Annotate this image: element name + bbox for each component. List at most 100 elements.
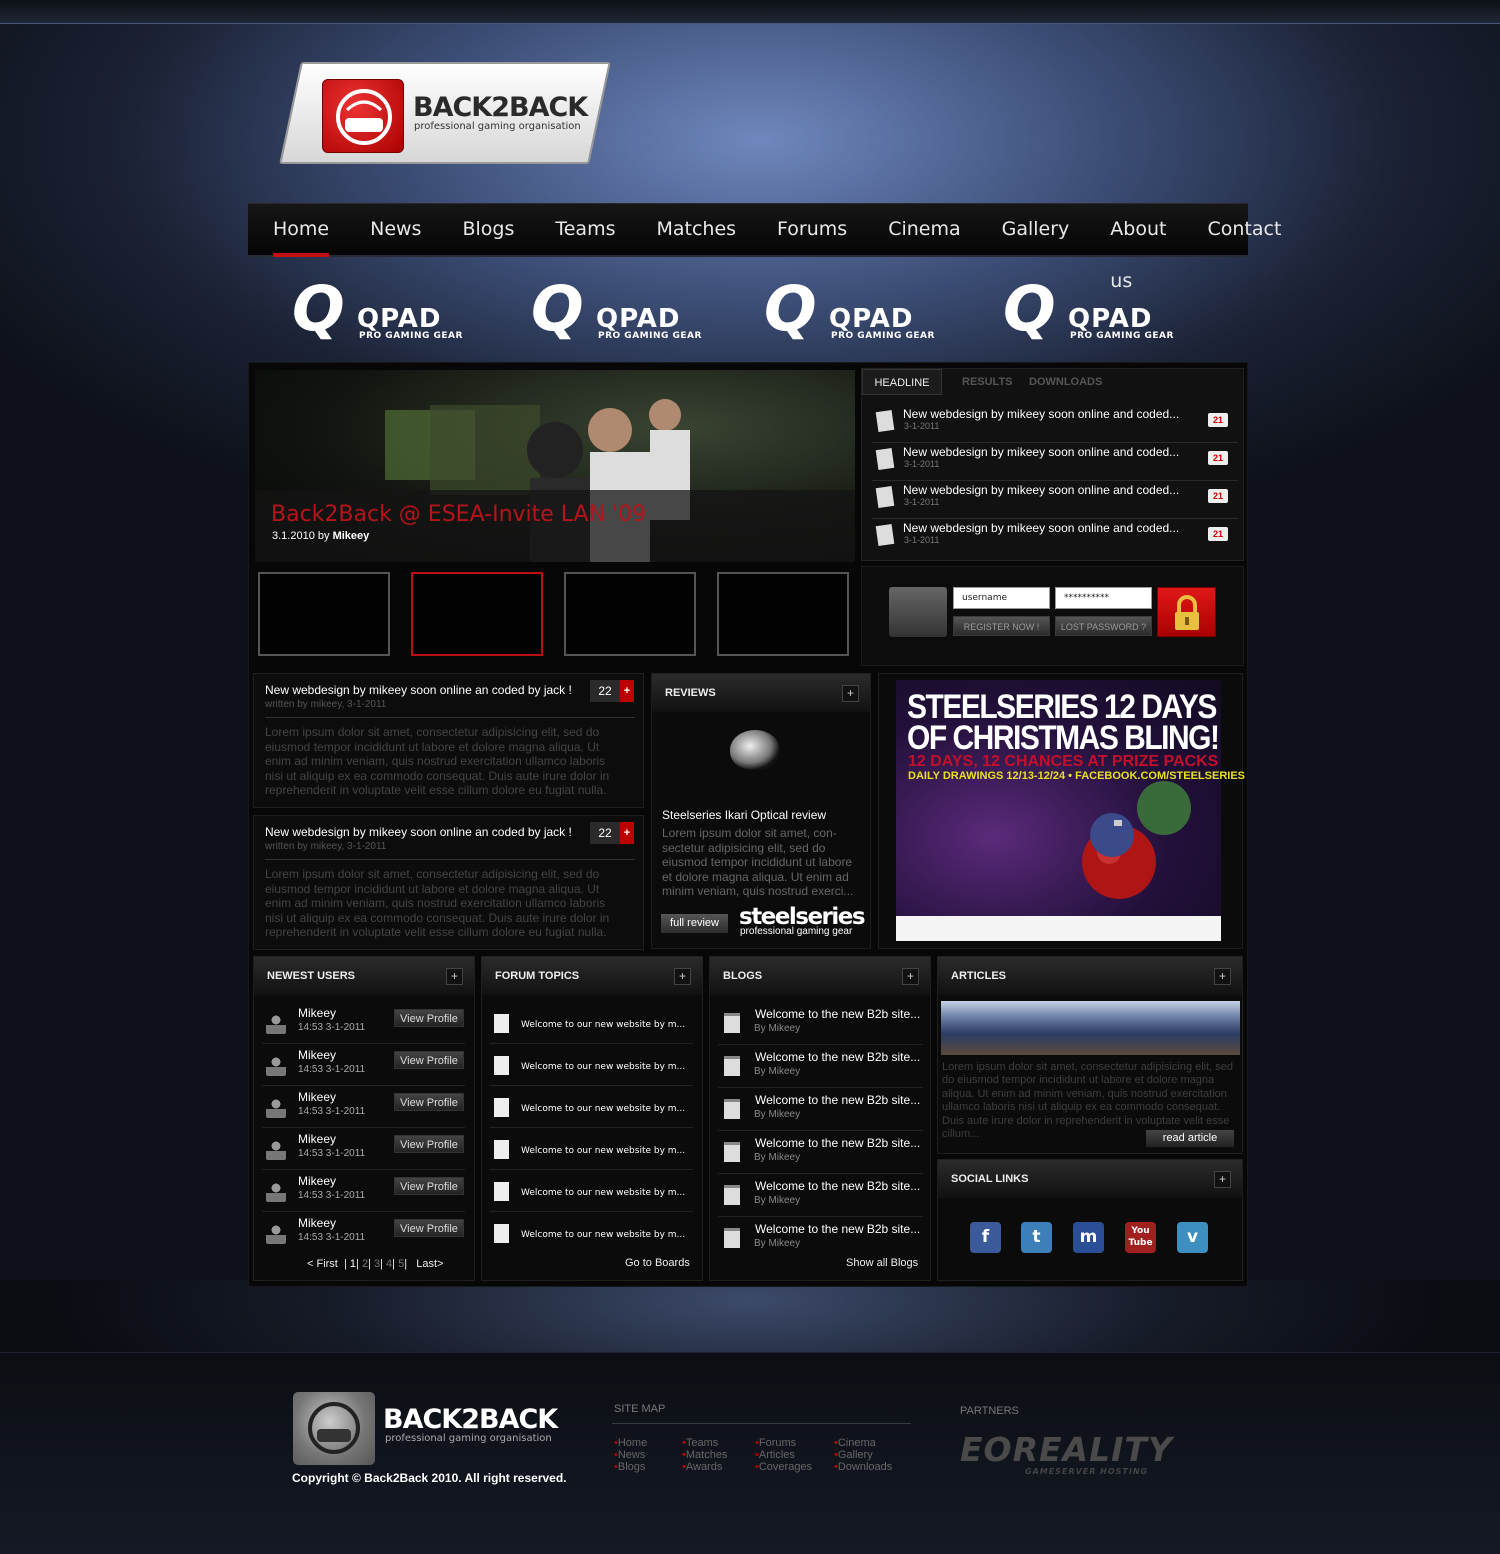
view-profile-button[interactable]: View Profile — [394, 1219, 464, 1237]
view-profile-button[interactable]: View Profile — [394, 1135, 464, 1153]
article-image[interactable] — [941, 1001, 1240, 1055]
footer-logo-icon[interactable] — [293, 1392, 375, 1465]
pager-page[interactable]: 4 — [386, 1258, 392, 1270]
facebook-icon[interactable]: f — [970, 1222, 1001, 1253]
news-title[interactable]: New webdesign by mikeey soon online an c… — [265, 825, 572, 839]
headline-item[interactable]: New webdesign by mikeey soon online and … — [872, 407, 1238, 443]
forum-topic-title[interactable]: Welcome to our new website by m... — [521, 1146, 685, 1156]
user-name[interactable]: Mikeey — [298, 1174, 336, 1188]
pager-page[interactable]: 1 — [350, 1258, 356, 1270]
sitemap-link[interactable]: Coverages — [755, 1461, 812, 1473]
headline-item[interactable]: New webdesign by mikeey soon online and … — [872, 445, 1238, 481]
sitemap-link[interactable]: Teams — [682, 1437, 727, 1449]
pager-first[interactable]: < First — [307, 1258, 338, 1270]
sitemap-link[interactable]: Blogs — [614, 1461, 647, 1473]
vimeo-icon[interactable]: v — [1177, 1222, 1208, 1253]
headline-item[interactable]: New webdesign by mikeey soon online and … — [872, 483, 1238, 519]
nav-item-blogs[interactable]: Blogs — [462, 203, 514, 257]
register-button[interactable]: REGISTER NOW ! — [953, 616, 1050, 636]
headline-title[interactable]: New webdesign by mikeey soon online and … — [903, 483, 1179, 497]
forum-topic-row[interactable]: Welcome to our new website by m... — [490, 1002, 693, 1044]
blog-row[interactable]: Welcome to the new B2b site... By Mikeey — [718, 1045, 923, 1088]
blog-title[interactable]: Welcome to the new B2b site... — [755, 1136, 920, 1150]
slide-thumbnail-selected[interactable] — [411, 572, 543, 656]
tab-downloads[interactable]: DOWNLOADS — [1029, 376, 1102, 388]
blog-row[interactable]: Welcome to the new B2b site... By Mikeey — [718, 1217, 923, 1260]
nav-item-about-us[interactable]: About us — [1110, 203, 1166, 292]
mouse-product-image[interactable] — [730, 730, 780, 770]
blog-row[interactable]: Welcome to the new B2b site... By Mikeey — [718, 1088, 923, 1131]
headline-title[interactable]: New webdesign by mikeey soon online and … — [903, 521, 1179, 535]
sitemap-link[interactable]: Articles — [755, 1449, 812, 1461]
slide-thumbnail[interactable] — [564, 572, 696, 656]
nav-item-matches[interactable]: Matches — [656, 203, 736, 257]
youtube-icon[interactable]: You Tube — [1125, 1222, 1156, 1253]
view-profile-button[interactable]: View Profile — [394, 1177, 464, 1195]
blog-row[interactable]: Welcome to the new B2b site... By Mikeey — [718, 1174, 923, 1217]
blog-title[interactable]: Welcome to the new B2b site... — [755, 1222, 920, 1236]
slide-thumbnail[interactable] — [258, 572, 390, 656]
view-profile-button[interactable]: View Profile — [394, 1093, 464, 1111]
forum-topic-row[interactable]: Welcome to our new website by m... — [490, 1044, 693, 1086]
forum-topic-title[interactable]: Welcome to our new website by m... — [521, 1230, 685, 1240]
headline-item[interactable]: New webdesign by mikeey soon online and … — [872, 521, 1238, 557]
nav-item-forums[interactable]: Forums — [777, 203, 847, 257]
expand-button[interactable]: + — [1214, 968, 1231, 985]
expand-button[interactable]: + — [620, 680, 634, 702]
expand-button[interactable]: + — [902, 968, 919, 985]
pager-last[interactable]: Last> — [416, 1258, 443, 1270]
view-profile-button[interactable]: View Profile — [394, 1051, 464, 1069]
sitemap-link[interactable]: News — [614, 1449, 647, 1461]
full-review-button[interactable]: full review — [661, 914, 728, 933]
forum-topic-row[interactable]: Welcome to our new website by m... — [490, 1128, 693, 1170]
tab-headline[interactable]: HEADLINE — [862, 369, 942, 395]
lost-password-button[interactable]: LOST PASSWORD ? — [1055, 616, 1152, 636]
nav-item-contact[interactable]: Contact — [1207, 203, 1281, 257]
sitemap-link[interactable]: Downloads — [834, 1461, 892, 1473]
blog-row[interactable]: Welcome to the new B2b site... By Mikeey — [718, 1131, 923, 1174]
nav-item-cinema[interactable]: Cinema — [888, 203, 960, 257]
forum-topic-row[interactable]: Welcome to our new website by m... — [490, 1212, 693, 1254]
news-title[interactable]: New webdesign by mikeey soon online an c… — [265, 683, 572, 697]
expand-button[interactable]: + — [674, 968, 691, 985]
blog-title[interactable]: Welcome to the new B2b site... — [755, 1179, 920, 1193]
forum-topic-title[interactable]: Welcome to our new website by m... — [521, 1188, 685, 1198]
twitter-icon[interactable]: t — [1021, 1222, 1052, 1253]
user-name[interactable]: Mikeey — [298, 1132, 336, 1146]
partner-logo[interactable]: EOREALITY — [960, 1430, 1173, 1469]
sponsor-qpad-logo[interactable]: Q QPAD PRO GAMING GEAR — [531, 272, 721, 345]
user-name[interactable]: Mikeey — [298, 1090, 336, 1104]
tab-results[interactable]: RESULTS — [962, 376, 1013, 388]
review-title[interactable]: Steelseries Ikari Optical review — [662, 808, 826, 822]
slide-thumbnail[interactable] — [717, 572, 849, 656]
forum-topic-title[interactable]: Welcome to our new website by m... — [521, 1062, 685, 1072]
nav-item-teams[interactable]: Teams — [555, 203, 615, 257]
nav-item-home[interactable]: Home — [273, 203, 330, 257]
sitemap-link[interactable]: Home — [614, 1437, 647, 1449]
hero-title[interactable]: Back2Back @ ESEA-Invite LAN '09 — [271, 502, 646, 527]
show-all-blogs-link[interactable]: Show all Blogs — [846, 1257, 918, 1269]
expand-button[interactable]: + — [842, 685, 859, 702]
nav-item-news[interactable]: News — [370, 203, 421, 257]
sitemap-link[interactable]: Gallery — [834, 1449, 892, 1461]
pager-page[interactable]: 2 — [362, 1258, 368, 1270]
blog-title[interactable]: Welcome to the new B2b site... — [755, 1007, 920, 1021]
sitemap-link[interactable]: Awards — [682, 1461, 727, 1473]
forum-topic-title[interactable]: Welcome to our new website by m... — [521, 1020, 685, 1030]
sitemap-link[interactable]: Forums — [755, 1437, 812, 1449]
username-field[interactable]: username — [953, 587, 1050, 609]
expand-button[interactable]: + — [446, 968, 463, 985]
expand-button[interactable]: + — [620, 822, 634, 844]
forum-topic-row[interactable]: Welcome to our new website by m... — [490, 1086, 693, 1128]
headline-title[interactable]: New webdesign by mikeey soon online and … — [903, 407, 1179, 421]
hero-author[interactable]: Mikeey — [333, 530, 370, 542]
view-profile-button[interactable]: View Profile — [394, 1009, 464, 1027]
password-field[interactable]: ********** — [1055, 587, 1152, 609]
pager-page[interactable]: 3 — [374, 1258, 380, 1270]
nav-item-gallery[interactable]: Gallery — [1002, 203, 1070, 257]
sitemap-link[interactable]: Matches — [682, 1449, 728, 1461]
logo-mascot-icon[interactable] — [322, 79, 404, 153]
login-submit-button[interactable] — [1157, 587, 1216, 637]
sitemap-link[interactable]: Cinema — [834, 1437, 892, 1449]
forum-topic-row[interactable]: Welcome to our new website by m... — [490, 1170, 693, 1212]
